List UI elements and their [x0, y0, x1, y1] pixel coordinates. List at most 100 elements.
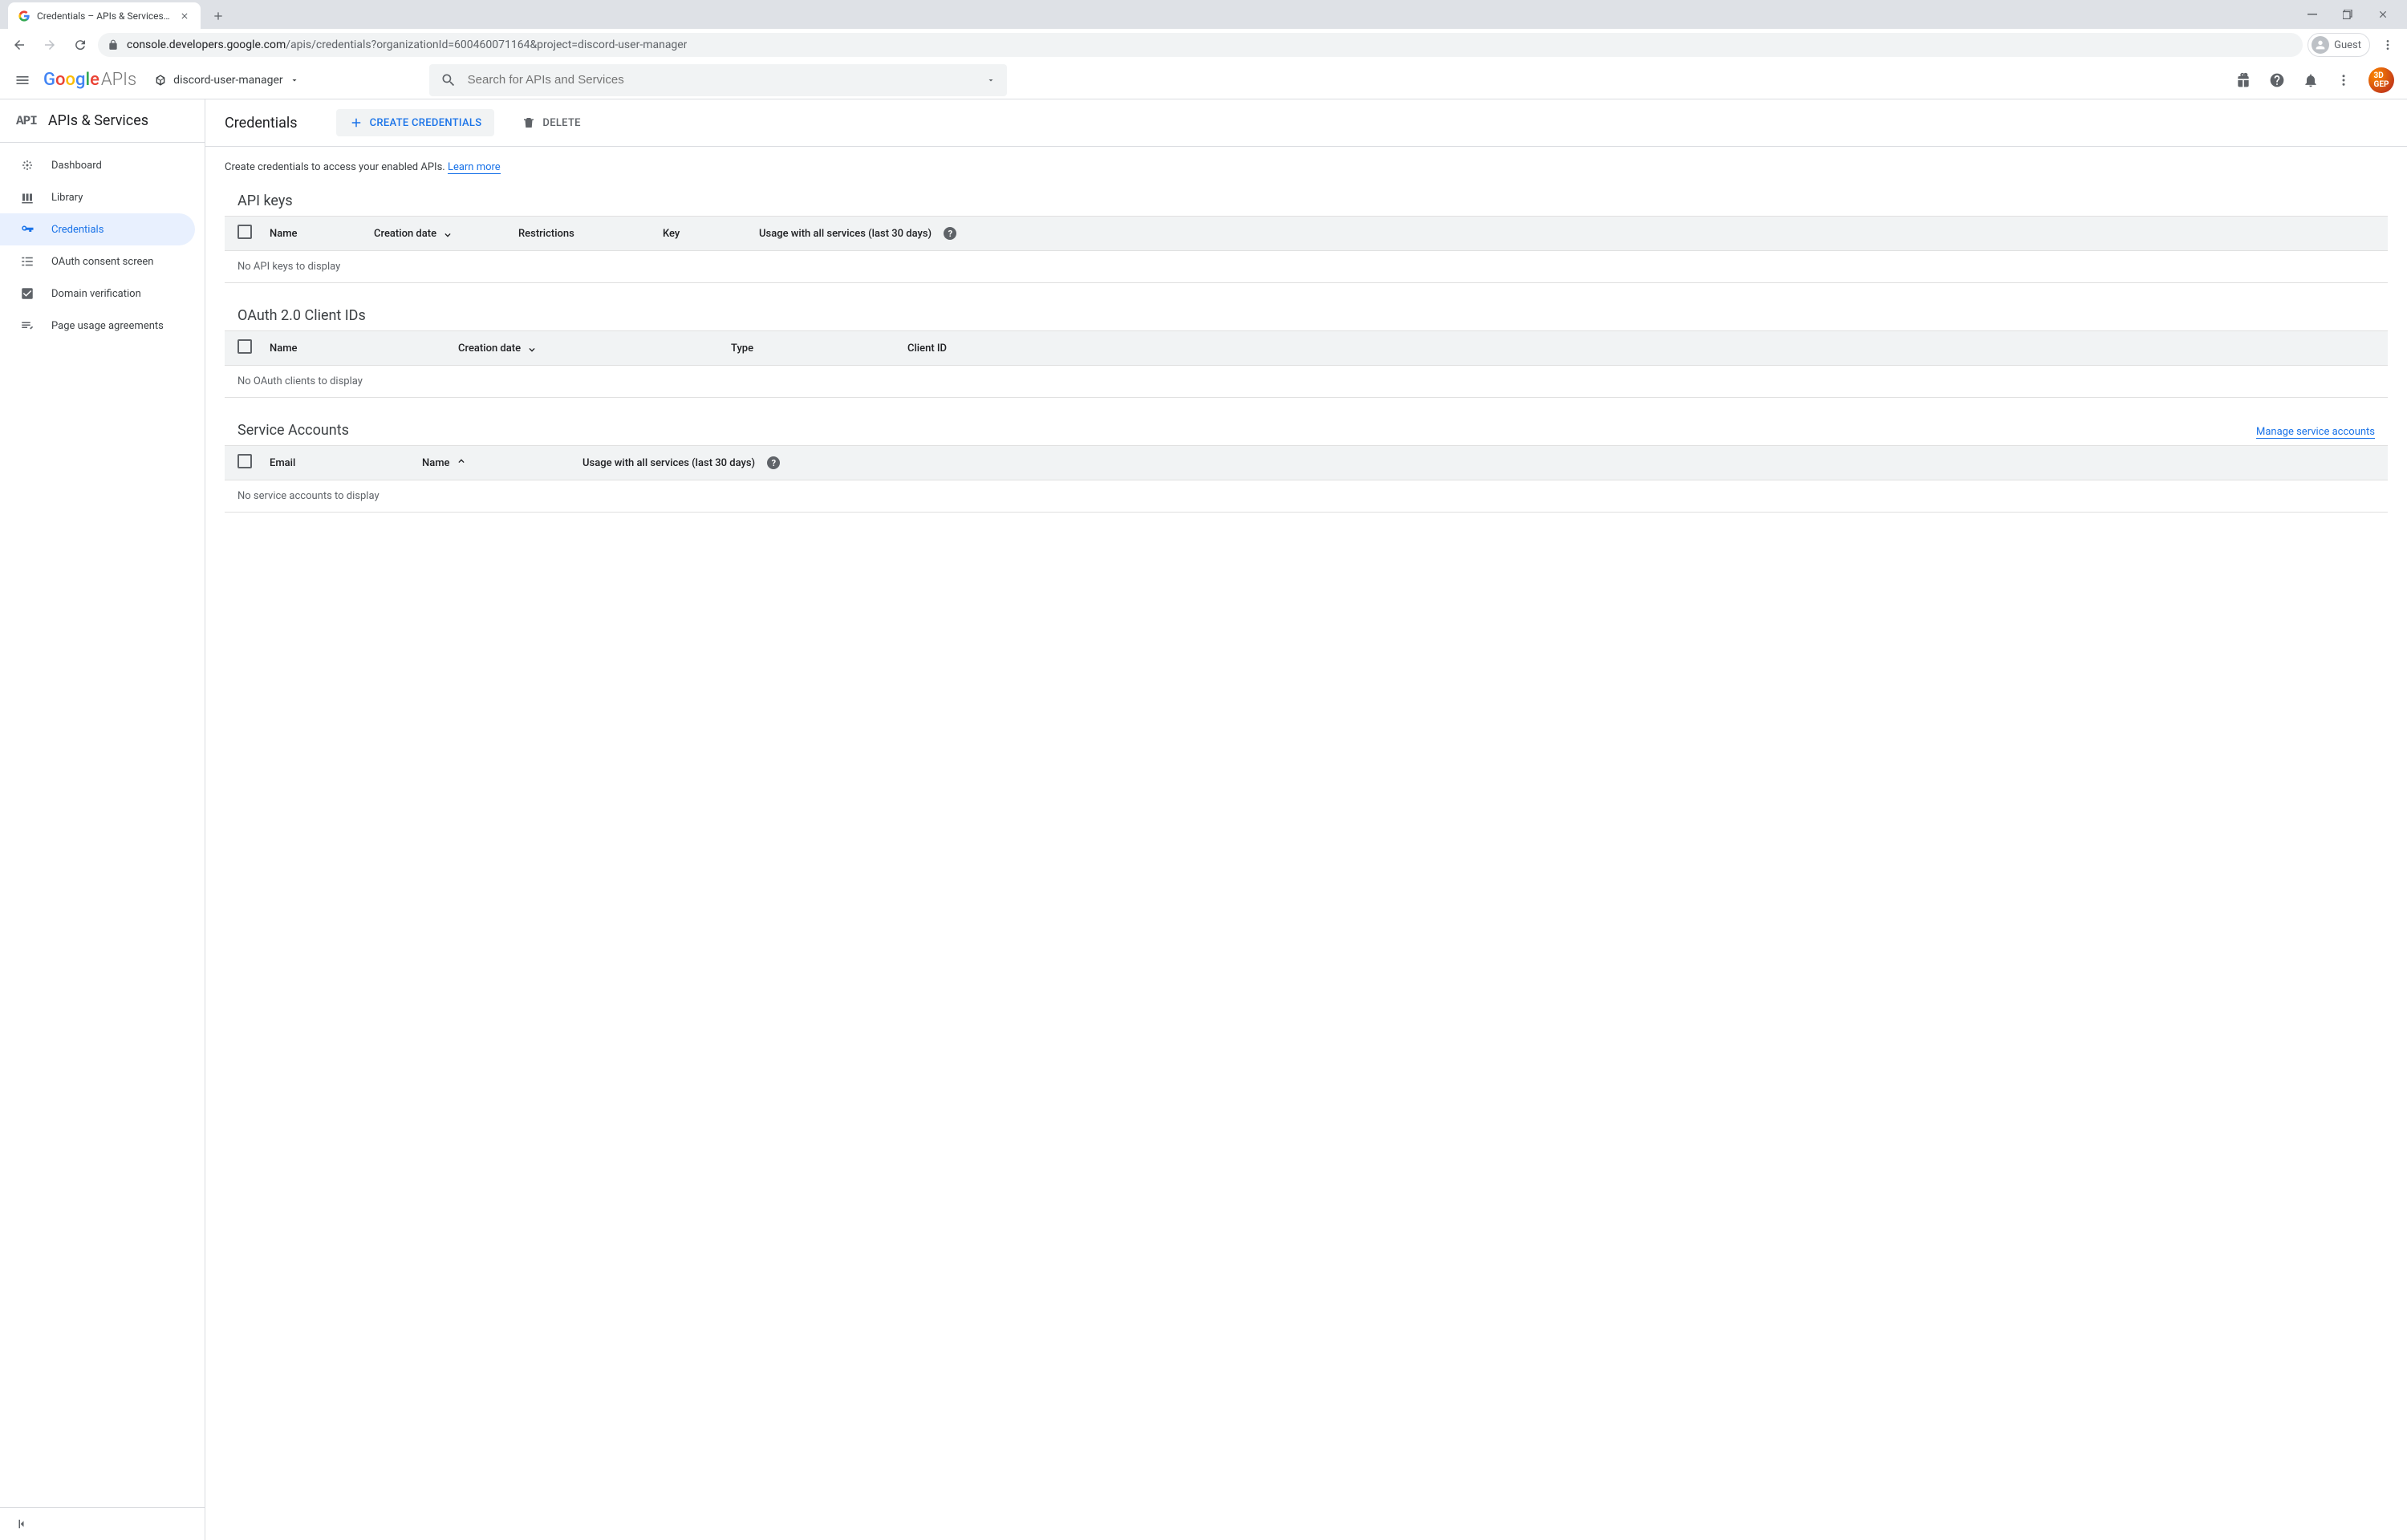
col-name[interactable]: Name — [270, 342, 458, 355]
help-icon[interactable]: ? — [767, 456, 780, 469]
sidebar-item-label: Library — [51, 192, 83, 204]
col-type[interactable]: Type — [731, 342, 907, 355]
help-icon[interactable]: ? — [944, 227, 956, 240]
page-header: Credentials CREATE CREDENTIALS DELETE — [205, 99, 2407, 147]
back-button[interactable] — [6, 32, 32, 58]
agreement-icon — [19, 318, 35, 334]
col-usage[interactable]: Usage with all services (last 30 days) ? — [582, 456, 2375, 469]
col-creation-date[interactable]: Creation date — [374, 227, 518, 240]
sidebar-item-label: Dashboard — [51, 160, 102, 172]
section-service-accounts: Service Accounts Manage service accounts… — [225, 422, 2388, 513]
select-all-checkbox[interactable] — [237, 339, 252, 354]
guest-label: Guest — [2334, 39, 2361, 51]
table-header: Name Creation date Type Client ID — [225, 330, 2388, 366]
empty-state: No OAuth clients to display — [225, 366, 2388, 398]
sidebar-item-domain-verification[interactable]: Domain verification — [0, 278, 195, 310]
library-icon — [19, 189, 35, 205]
window-controls — [2304, 6, 2407, 22]
col-email[interactable]: Email — [270, 457, 422, 469]
col-usage[interactable]: Usage with all services (last 30 days) ? — [759, 227, 2375, 240]
chevron-down-icon — [290, 75, 299, 85]
browser-tab[interactable]: Credentials – APIs & Services – d — [8, 2, 201, 30]
url-text: console.developers.google.com/apis/crede… — [127, 38, 687, 51]
col-creation-date[interactable]: Creation date — [458, 342, 731, 355]
search-input[interactable] — [468, 73, 975, 87]
google-apis-logo[interactable]: GoogleAPIs — [43, 70, 136, 90]
profile-chip[interactable]: Guest — [2308, 33, 2370, 57]
sidebar-title: APIs & Services — [48, 112, 148, 129]
minimize-icon[interactable] — [2304, 6, 2320, 22]
maximize-icon[interactable] — [2340, 6, 2356, 22]
dashboard-icon — [19, 157, 35, 173]
col-restrictions[interactable]: Restrictions — [518, 228, 663, 240]
select-all-checkbox[interactable] — [237, 454, 252, 468]
section-title: OAuth 2.0 Client IDs — [237, 307, 366, 324]
col-client-id[interactable]: Client ID — [907, 342, 2375, 355]
menu-icon[interactable] — [13, 71, 32, 90]
trash-icon — [522, 116, 536, 130]
project-picker[interactable]: discord-user-manager — [148, 71, 305, 90]
tab-title: Credentials – APIs & Services – d — [37, 10, 172, 22]
delete-button[interactable]: DELETE — [509, 109, 593, 136]
reload-button[interactable] — [67, 32, 93, 58]
sidebar-item-label: Page usage agreements — [51, 320, 164, 332]
address-bar[interactable]: console.developers.google.com/apis/crede… — [98, 33, 2303, 57]
col-key[interactable]: Key — [663, 228, 759, 240]
consent-icon — [19, 253, 35, 270]
table-header: Name Creation date Restrictions Key Usag… — [225, 216, 2388, 251]
section-title: Service Accounts — [237, 422, 349, 439]
bell-icon[interactable] — [2303, 72, 2319, 88]
intro-text: Create credentials to access your enable… — [225, 161, 2388, 173]
sidebar-item-oauth-consent[interactable]: OAuth consent screen — [0, 245, 195, 278]
help-icon[interactable] — [2269, 72, 2285, 88]
create-credentials-button[interactable]: CREATE CREDENTIALS — [336, 109, 495, 136]
api-logo-icon: API — [16, 114, 37, 128]
project-name: discord-user-manager — [173, 74, 282, 87]
browser-tab-strip: Credentials – APIs & Services – d — [0, 0, 2407, 29]
new-tab-button[interactable] — [207, 5, 229, 27]
person-icon — [2312, 36, 2329, 54]
empty-state: No API keys to display — [225, 251, 2388, 283]
browser-menu-button[interactable] — [2375, 32, 2401, 58]
sidebar-item-credentials[interactable]: Credentials — [0, 213, 195, 245]
section-oauth: OAuth 2.0 Client IDs Name Creation date … — [225, 307, 2388, 398]
plus-icon — [349, 116, 363, 130]
table-header: Email Name Usage with all services (last… — [225, 445, 2388, 480]
window-close-icon[interactable] — [2375, 6, 2391, 22]
sidebar-item-label: Domain verification — [51, 288, 141, 300]
project-icon — [154, 74, 167, 87]
chevron-down-icon[interactable] — [986, 75, 996, 85]
section-title: API keys — [237, 192, 293, 209]
sidebar-item-dashboard[interactable]: Dashboard — [0, 149, 195, 181]
sidebar-item-label: OAuth consent screen — [51, 256, 153, 268]
section-api-keys: API keys Name Creation date Restrictions… — [225, 192, 2388, 283]
sidebar-item-label: Credentials — [51, 224, 104, 236]
page-title: Credentials — [225, 115, 298, 132]
arrow-down-icon — [441, 227, 454, 240]
collapse-sidebar-button[interactable] — [13, 1514, 32, 1534]
google-favicon-icon — [18, 10, 30, 22]
gift-icon[interactable] — [2235, 72, 2251, 88]
sidebar-header: API APIs & Services — [0, 99, 205, 143]
col-name[interactable]: Name — [270, 228, 374, 240]
sidebar: API APIs & Services Dashboard Library Cr… — [0, 99, 205, 1540]
arrow-up-icon — [455, 456, 468, 469]
sidebar-item-page-usage[interactable]: Page usage agreements — [0, 310, 195, 342]
empty-state: No service accounts to display — [225, 480, 2388, 513]
close-icon[interactable] — [178, 10, 191, 22]
arrow-down-icon — [526, 342, 538, 355]
more-icon[interactable] — [2336, 73, 2351, 87]
forward-button[interactable] — [37, 32, 63, 58]
col-name[interactable]: Name — [422, 456, 582, 469]
sidebar-item-library[interactable]: Library — [0, 181, 195, 213]
avatar[interactable]: 3DGEP — [2368, 67, 2394, 93]
manage-service-accounts-link[interactable]: Manage service accounts — [2256, 426, 2375, 439]
select-all-checkbox[interactable] — [237, 225, 252, 239]
search-icon — [440, 72, 457, 88]
learn-more-link[interactable]: Learn more — [448, 161, 501, 174]
key-icon — [19, 221, 35, 237]
app-header: GoogleAPIs discord-user-manager 3DGEP — [0, 61, 2407, 99]
verified-icon — [19, 286, 35, 302]
lock-icon — [108, 39, 119, 51]
search-box[interactable] — [429, 64, 1007, 96]
